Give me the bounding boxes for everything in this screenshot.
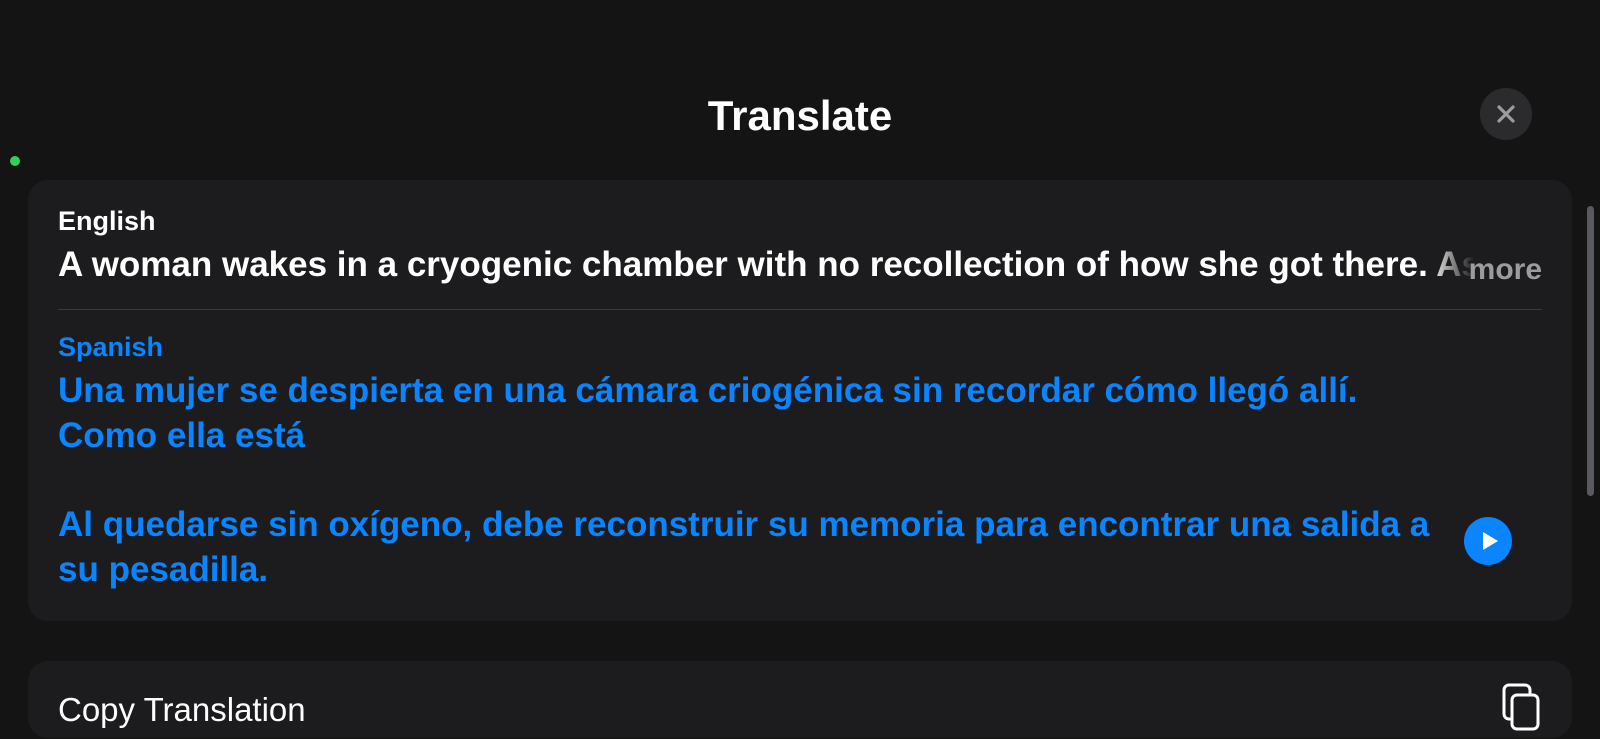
page-title: Translate xyxy=(0,92,1600,140)
source-language-label: English xyxy=(58,206,1542,237)
target-section: Spanish Una mujer se despierta en una cá… xyxy=(58,332,1542,593)
target-language-label: Spanish xyxy=(58,332,1542,363)
copy-translation-row[interactable]: Copy Translation xyxy=(28,661,1572,738)
target-text: Una mujer se despierta en una cámara cri… xyxy=(58,369,1542,593)
play-icon xyxy=(1481,531,1499,551)
play-audio-button[interactable] xyxy=(1464,517,1512,565)
scrollbar[interactable] xyxy=(1587,206,1594,496)
status-indicator-icon xyxy=(10,156,20,166)
close-button[interactable] xyxy=(1480,88,1532,140)
header: Translate xyxy=(0,0,1600,180)
more-fade: more xyxy=(1429,239,1542,287)
source-text: A woman wakes in a cryogenic chamber wit… xyxy=(58,243,1422,287)
translation-card: English A woman wakes in a cryogenic cha… xyxy=(28,180,1572,621)
more-button[interactable]: more xyxy=(1469,253,1542,287)
source-text-row: A woman wakes in a cryogenic chamber wit… xyxy=(58,243,1542,287)
close-icon xyxy=(1494,102,1518,126)
copy-icon xyxy=(1498,683,1542,738)
divider xyxy=(58,309,1542,310)
copy-translation-label: Copy Translation xyxy=(58,691,306,729)
